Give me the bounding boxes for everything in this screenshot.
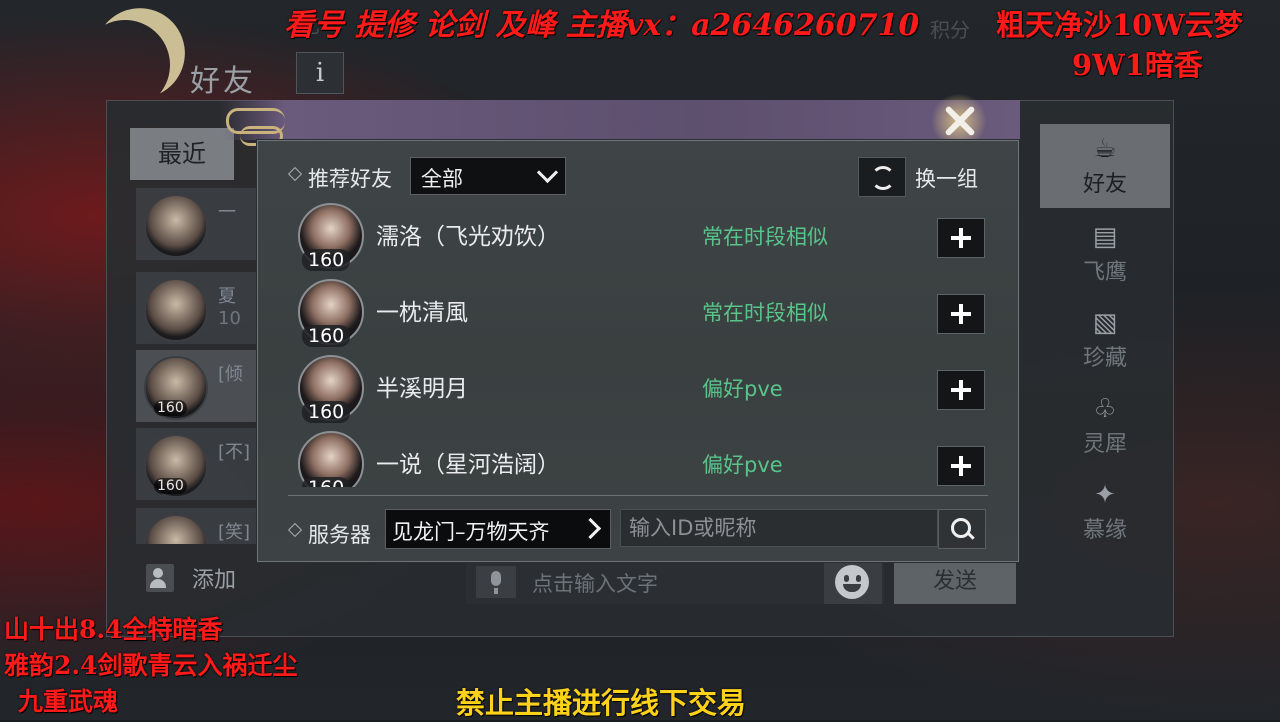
id-search-input[interactable] [620,509,938,547]
refresh-icon [871,166,895,190]
streamer-overlay-bottom-left-1: 山十出8.4全特暗香 [4,615,223,644]
nav-label: 灵犀 [1082,432,1127,457]
list-item[interactable]: [笑] [136,508,260,544]
streamer-overlay-top: 看号 提修 论剑 及峰 主播vx：a2646260710 [284,8,920,43]
friend-list[interactable]: 一 夏 10 160 [倾 160 [不] [笑] [136,188,260,544]
nav-item-feiying[interactable]: ▤ 飞鹰 [1040,212,1170,296]
recommend-name: 一枕清風 [376,300,468,326]
level-badge: 160 [302,401,351,423]
recommend-label: 推荐好友 [308,167,392,191]
list-item[interactable]: 夏 10 [136,272,260,344]
add-friend-button[interactable]: 添加 [138,560,258,596]
server-select[interactable]: 见龙门–万物天齐 [385,509,611,549]
list-item[interactable]: 一 [136,188,260,260]
search-icon[interactable] [938,509,986,549]
friend-name: [笑] [218,522,251,543]
close-icon [941,102,979,140]
chat-input[interactable]: 点击输入文字 [466,560,884,604]
avatar [144,194,208,258]
nav-label: 珍藏 [1082,346,1127,371]
scroll-icon: ▤ [1092,222,1118,252]
avatar [144,514,208,544]
diamond-bullet-icon [287,166,303,182]
list-item[interactable]: 160 [倾 [136,350,260,422]
level-badge: 160 [302,477,351,487]
refresh-button[interactable] [858,157,906,197]
emoji-button[interactable] [824,560,882,604]
hud-text-right: 积分 [930,18,970,42]
streamer-overlay-top-right-2: 9W1暗香 [1072,48,1203,82]
level-badge: 160 [302,249,351,271]
level-badge: 160 [302,325,351,347]
friend-name: 一 [218,202,236,223]
server-label: 服务器 [308,523,371,547]
recommend-row: 160 一枕清風 常在时段相似 [298,279,988,351]
side-nav: ☕ 好友 ▤ 飞鹰 ▧ 珍藏 ♧ 灵犀 ✦ 慕缘 [1040,124,1170,544]
collection-icon: ▧ [1092,308,1118,338]
recommend-name: 濡洛（飞光劝饮） [376,224,560,250]
nav-item-collection[interactable]: ▧ 珍藏 [1040,298,1170,382]
recommend-row: 160 半溪明月 偏好pve [298,355,988,427]
add-friend-plus-button[interactable] [937,294,985,334]
dialog-header-decoration [220,100,1020,140]
filter-value: 全部 [421,167,463,191]
recommend-tag: 常在时段相似 [702,225,828,249]
streamer-overlay-bottom-left-2: 雅韵2.4剑歌青云入祸迁尘 [4,651,298,680]
tab-recent[interactable]: 最近 [130,128,234,180]
add-friend-plus-button[interactable] [937,218,985,258]
level-badge: 160 [154,400,187,416]
recommend-tag: 偏好pve [702,453,783,477]
recommend-tag: 偏好pve [702,377,783,401]
recommend-row: 160 濡洛（飞光劝饮） 常在时段相似 [298,203,988,275]
filter-dropdown[interactable]: 全部 [410,157,566,195]
recommend-name: 一说（星河浩阔） [376,452,560,478]
nav-item-friends[interactable]: ☕ 好友 [1040,124,1170,208]
add-user-icon [146,564,174,592]
diamond-bullet-icon [287,522,303,538]
nav-item-lingxi[interactable]: ♧ 灵犀 [1040,384,1170,468]
divider [288,495,988,496]
microphone-icon[interactable] [476,566,516,598]
recommend-friends-dialog: 推荐好友 全部 换一组 160 濡洛（飞光劝饮） 常在时段相似 160 一枕清風… [257,140,1019,562]
avatar [144,278,208,342]
list-item[interactable]: 160 [不] [136,428,260,500]
nav-label: 好友 [1082,172,1127,197]
friend-name: [倾 [218,364,244,385]
panel-title: 好友 [190,64,256,99]
server-value: 见龙门–万物天齐 [392,520,550,544]
streamer-overlay-top-right-1: 粗天净沙10W云梦 [996,8,1243,42]
nav-label: 飞鹰 [1082,260,1127,285]
add-label: 添加 [192,568,237,593]
level-badge: 160 [154,478,187,494]
refresh-label[interactable]: 换一组 [915,163,978,193]
add-friend-plus-button[interactable] [937,370,985,410]
chevron-down-icon [536,161,559,184]
recommend-row: 160 一说（星河浩阔） 偏好pve [298,431,988,487]
friend-name: 夏 [218,286,236,307]
teapot-icon: ☕ [1093,134,1117,164]
chat-placeholder: 点击输入文字 [532,572,658,596]
recommend-tag: 常在时段相似 [702,301,828,325]
friend-sub: 10 [218,308,241,329]
bell-icon: ♧ [1093,394,1117,424]
close-button[interactable] [930,94,988,148]
friend-name: [不] [218,442,251,463]
smiley-icon [835,565,869,599]
crane-icon: ✦ [1094,480,1116,510]
nav-label: 慕缘 [1082,518,1127,543]
add-friend-plus-button[interactable] [937,446,985,486]
recommend-name: 半溪明月 [376,376,468,402]
streamer-overlay-bottom: 禁止主播进行线下交易 [456,686,747,720]
info-icon[interactable]: i [296,52,344,94]
send-button[interactable]: 发送 [894,560,1016,604]
chevron-right-icon [579,517,602,540]
streamer-overlay-bottom-left-3: 九重武魂 [18,687,119,716]
nav-item-muyuan[interactable]: ✦ 慕缘 [1040,470,1170,554]
